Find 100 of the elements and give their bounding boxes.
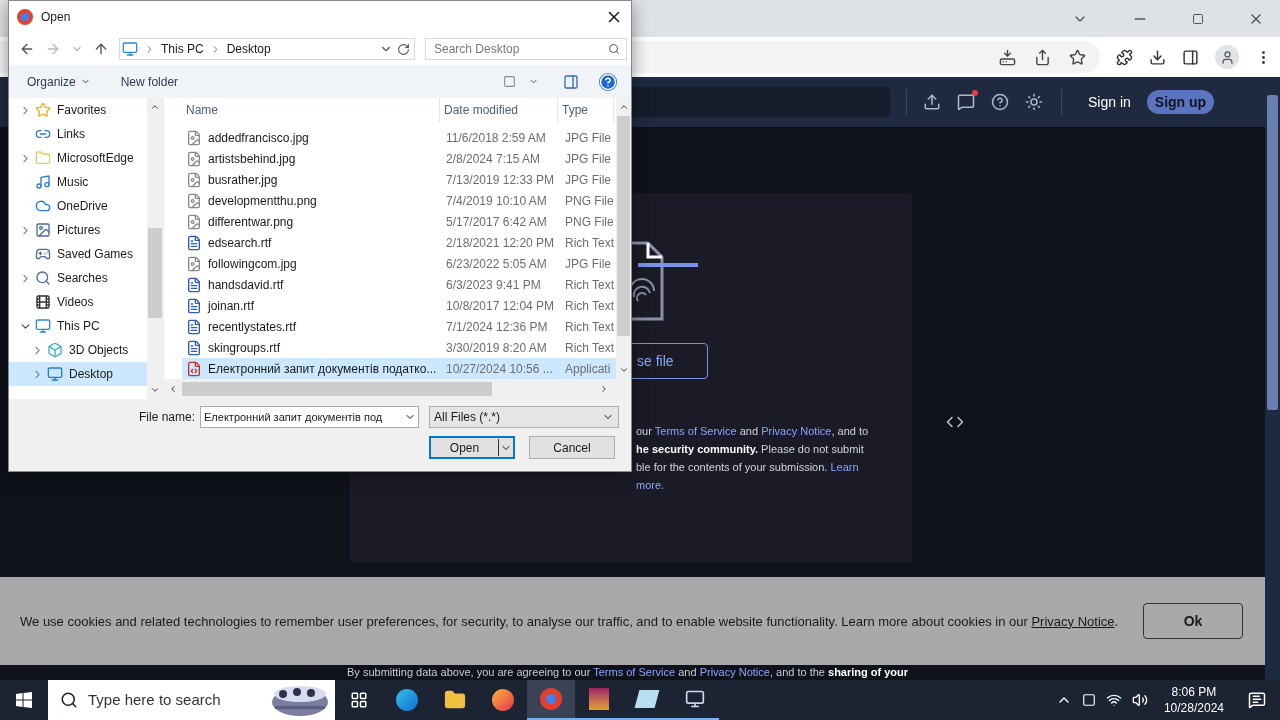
chrome-icon[interactable] bbox=[527, 680, 575, 720]
preview-pane-icon[interactable] bbox=[563, 73, 579, 90]
notifications-icon[interactable] bbox=[1248, 691, 1266, 709]
file-row[interactable]: artistsbehind.jpg 2/8/2024 7:15 AM JPG File bbox=[182, 148, 616, 169]
file-name: edsearch.rtf bbox=[208, 234, 272, 252]
file-date: 6/3/2023 9:41 PM bbox=[445, 276, 542, 294]
file-name-field[interactable]: Електронний запит документів под bbox=[200, 406, 420, 428]
file-row[interactable]: differentwar.png 5/17/2017 6:42 AM PNG File bbox=[182, 211, 616, 232]
scroll-left-icon[interactable] bbox=[168, 384, 178, 394]
column-header[interactable]: Type bbox=[558, 98, 614, 122]
search-desktop-field[interactable]: Search Desktop bbox=[425, 38, 627, 60]
sidebar-item[interactable]: Videos bbox=[9, 290, 147, 314]
link[interactable]: Privacy Notice bbox=[699, 666, 770, 678]
sidebar-item[interactable]: OneDrive bbox=[9, 194, 147, 218]
monitor-icon bbox=[47, 366, 63, 382]
file-row[interactable]: busrather.jpg 7/13/2019 12:33 PM JPG File bbox=[182, 169, 616, 190]
theme-icon[interactable] bbox=[1025, 93, 1043, 111]
install-icon[interactable] bbox=[999, 48, 1016, 66]
sign-up-button[interactable]: Sign up bbox=[1146, 90, 1215, 114]
file-name: busrather.jpg bbox=[208, 171, 278, 189]
file-row[interactable]: joinan.rtf 10/8/2017 12:04 PM Rich Text bbox=[182, 295, 616, 316]
scrollbar-thumb[interactable] bbox=[148, 228, 162, 318]
clock-time[interactable]: 8:06 PM bbox=[1171, 684, 1217, 700]
file-row[interactable]: developmentthu.png 7/4/2019 10:10 AM PNG File bbox=[182, 190, 616, 211]
file-row[interactable]: Електронний запит документів податко... 10/27/2024 10:56 ... Applicati bbox=[182, 358, 616, 379]
link[interactable]: more. bbox=[636, 479, 665, 491]
privacy-notice-link[interactable]: Privacy Notice bbox=[1031, 613, 1115, 629]
restore-icon[interactable] bbox=[1192, 12, 1204, 25]
sidebar-label: Videos bbox=[57, 294, 94, 311]
link[interactable]: Learn bbox=[830, 461, 859, 473]
sidebar-item[interactable]: Desktop bbox=[9, 362, 147, 386]
view-options-icon[interactable] bbox=[503, 75, 516, 88]
sidebar-item[interactable]: Saved Games bbox=[9, 242, 147, 266]
file-name-value: Електронний запит документів под bbox=[204, 409, 384, 425]
sidebar-item[interactable]: Links bbox=[9, 122, 147, 146]
sidebar-item[interactable]: Music bbox=[9, 170, 147, 194]
upload-icon[interactable] bbox=[923, 93, 941, 111]
sidebar-label: MicrosoftEdge bbox=[57, 150, 134, 167]
breadcrumb-item[interactable]: Desktop bbox=[226, 40, 271, 58]
document-icon bbox=[186, 234, 202, 251]
column-header[interactable]: Name bbox=[182, 98, 440, 122]
music-note-icon bbox=[35, 174, 51, 190]
scrollbar-thumb[interactable] bbox=[617, 116, 630, 336]
file-row[interactable]: followingcom.jpg 6/23/2022 5:05 AM JPG File bbox=[182, 253, 616, 274]
volume-icon[interactable] bbox=[1131, 692, 1148, 708]
refresh-icon[interactable] bbox=[397, 42, 410, 56]
sidebar-item[interactable]: This PC bbox=[9, 314, 147, 338]
new-folder-button[interactable]: New folder bbox=[120, 72, 179, 91]
scroll-up-icon[interactable] bbox=[150, 102, 160, 112]
notice-text: and bbox=[677, 666, 698, 678]
scroll-right-icon[interactable] bbox=[599, 384, 609, 394]
scroll-up-icon[interactable] bbox=[618, 102, 629, 112]
chat-icon[interactable] bbox=[957, 93, 975, 111]
cancel-button[interactable]: Cancel bbox=[529, 436, 615, 459]
sign-in-button[interactable]: Sign in bbox=[1080, 91, 1139, 113]
file-row[interactable]: recentlystates.rtf 7/1/2024 12:36 PM Rich Text bbox=[182, 316, 616, 337]
file-type-filter[interactable]: All Files (*.*) bbox=[429, 406, 620, 428]
sidebar-item[interactable]: Searches bbox=[9, 266, 147, 290]
profile-avatar[interactable] bbox=[1215, 45, 1239, 69]
sidebar-item[interactable]: Favorites bbox=[9, 98, 147, 122]
ok-button[interactable]: Ok bbox=[1143, 603, 1243, 639]
link[interactable]: Terms of Service bbox=[593, 666, 676, 678]
file-type: Rich Text bbox=[564, 318, 614, 336]
sidebar-label: Links bbox=[57, 126, 85, 143]
sidebar-item[interactable]: 3D Objects bbox=[9, 338, 147, 362]
film-icon bbox=[35, 294, 51, 310]
up-icon[interactable] bbox=[93, 41, 109, 57]
open-button[interactable]: Open bbox=[429, 436, 515, 459]
file-row[interactable]: handsdavid.rtf 6/3/2023 9:41 PM Rich Text bbox=[182, 274, 616, 295]
help-icon[interactable] bbox=[991, 93, 1009, 111]
scroll-down-icon[interactable] bbox=[150, 385, 160, 395]
file-row[interactable]: edsearch.rtf 2/18/2021 12:20 PM Rich Text bbox=[182, 232, 616, 253]
sidebar-item[interactable]: Pictures bbox=[9, 218, 147, 242]
windows-logo-icon[interactable] bbox=[16, 692, 32, 708]
share-icon[interactable] bbox=[1034, 48, 1051, 66]
download-icon[interactable] bbox=[1149, 48, 1166, 66]
scrollbar-thumb[interactable] bbox=[1267, 95, 1278, 410]
link[interactable]: Terms of Service bbox=[654, 425, 737, 437]
taskbar-search-field[interactable]: Type here to search bbox=[48, 680, 335, 720]
clock-date[interactable]: 10/28/2024 bbox=[1163, 700, 1224, 716]
side-panel-icon[interactable] bbox=[1182, 48, 1199, 66]
search-icon bbox=[608, 43, 620, 55]
sidebar-label: OneDrive bbox=[57, 198, 108, 215]
tray-device-icon[interactable] bbox=[1081, 693, 1096, 707]
address-box[interactable]: This PC Desktop bbox=[119, 38, 415, 60]
extensions-icon[interactable] bbox=[1116, 48, 1133, 66]
breadcrumb-item[interactable]: This PC bbox=[161, 40, 204, 58]
scrollbar-thumb[interactable] bbox=[182, 382, 492, 396]
task-view-icon[interactable] bbox=[350, 691, 368, 709]
network-icon[interactable] bbox=[1105, 692, 1122, 708]
application-file-icon bbox=[186, 360, 202, 377]
column-header[interactable]: Date modified bbox=[440, 98, 558, 122]
sidebar-item[interactable]: MicrosoftEdge bbox=[9, 146, 147, 170]
file-row[interactable]: addedfrancisco.jpg 11/6/2018 2:59 AM JPG File bbox=[182, 127, 616, 148]
bookmark-star-icon[interactable] bbox=[1069, 48, 1086, 66]
back-icon[interactable] bbox=[19, 41, 35, 57]
document-icon bbox=[186, 276, 202, 293]
scroll-down-icon[interactable] bbox=[618, 365, 629, 375]
search-icon bbox=[60, 691, 78, 709]
organize-button[interactable]: Organize bbox=[27, 72, 91, 91]
